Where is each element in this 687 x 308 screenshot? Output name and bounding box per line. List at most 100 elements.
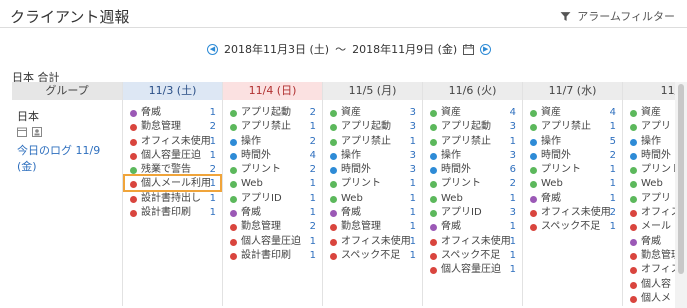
- alarm-item[interactable]: オフィス未使用 2: [523, 206, 622, 220]
- alarm-count[interactable]: 1: [410, 235, 416, 249]
- alarm-item[interactable]: オフィス未使用 1: [123, 135, 222, 149]
- alarm-count[interactable]: 1: [510, 235, 516, 249]
- alarm-item[interactable]: オフィス未使用 1: [423, 235, 522, 249]
- alarm-count[interactable]: 4: [510, 106, 516, 120]
- alarm-count[interactable]: 5: [610, 135, 616, 149]
- alarm-item[interactable]: 操作 3: [423, 149, 522, 163]
- alarm-item[interactable]: アプリ禁止 1: [223, 120, 322, 134]
- alarm-item[interactable]: 操作: [623, 135, 675, 149]
- alarm-count[interactable]: 1: [210, 106, 216, 120]
- alarm-count[interactable]: 2: [310, 106, 316, 120]
- alarm-count[interactable]: 1: [610, 177, 616, 191]
- alarm-count[interactable]: 1: [310, 206, 316, 220]
- day-header[interactable]: 11/4 (日): [223, 82, 322, 100]
- alarm-count[interactable]: 1: [310, 192, 316, 206]
- alarm-item[interactable]: アプリ禁止 1: [323, 135, 422, 149]
- alarm-item[interactable]: 個人メ: [623, 292, 675, 306]
- alarm-count[interactable]: 1: [310, 177, 316, 191]
- alarm-count[interactable]: 2: [310, 163, 316, 177]
- alarm-item[interactable]: プリント 2: [223, 163, 322, 177]
- calendar-icon[interactable]: [17, 127, 27, 137]
- alarm-count[interactable]: 3: [410, 120, 416, 134]
- alarm-item[interactable]: 時間外 3: [323, 163, 422, 177]
- alarm-item[interactable]: メール: [623, 220, 675, 234]
- scrollbar-thumb[interactable]: [678, 84, 684, 274]
- alarm-count[interactable]: 2: [610, 149, 616, 163]
- alarm-item[interactable]: 勤怠管理: [623, 249, 675, 263]
- alarm-count[interactable]: 1: [410, 206, 416, 220]
- alarm-item[interactable]: 個人容量圧迫 1: [423, 263, 522, 277]
- alarm-item[interactable]: Web 1: [323, 192, 422, 206]
- alarm-count[interactable]: 1: [310, 120, 316, 134]
- alarm-item[interactable]: 脅威 1: [323, 206, 422, 220]
- alarm-item[interactable]: アプリ起動 3: [323, 120, 422, 134]
- alarm-count[interactable]: 1: [610, 192, 616, 206]
- alarm-count[interactable]: 1: [610, 163, 616, 177]
- alarm-item[interactable]: 設計書印刷 1: [123, 206, 222, 220]
- alarm-item[interactable]: オフィス未使用 1: [323, 235, 422, 249]
- alarm-count[interactable]: 3: [410, 106, 416, 120]
- alarm-item[interactable]: オフィス: [623, 206, 675, 220]
- alarm-item[interactable]: 設計書持出し 1: [123, 192, 222, 206]
- alarm-item[interactable]: アプリ禁止 1: [523, 120, 622, 134]
- alarm-item[interactable]: 資産 4: [523, 106, 622, 120]
- alarm-item[interactable]: Web 1: [523, 177, 622, 191]
- alarm-item[interactable]: アプリ起動 2: [223, 106, 322, 120]
- alarm-item[interactable]: アプリID 3: [423, 206, 522, 220]
- alarm-item[interactable]: プリント 1: [323, 177, 422, 191]
- alarm-item[interactable]: 時間外 4: [223, 149, 322, 163]
- todays-log-link[interactable]: 今日のログ 11/9 (金): [17, 142, 122, 174]
- alarm-item[interactable]: プリント: [623, 163, 675, 177]
- alarm-count[interactable]: 1: [610, 120, 616, 134]
- alarm-count[interactable]: 3: [510, 206, 516, 220]
- alarm-item[interactable]: 脅威 1: [523, 192, 622, 206]
- alarm-count[interactable]: 2: [610, 206, 616, 220]
- alarm-count[interactable]: 2: [210, 120, 216, 134]
- alarm-count[interactable]: 1: [410, 249, 416, 263]
- alarm-count[interactable]: 1: [210, 192, 216, 206]
- alarm-count[interactable]: 1: [410, 192, 416, 206]
- alarm-count[interactable]: 3: [510, 120, 516, 134]
- alarm-count[interactable]: 3: [410, 149, 416, 163]
- alarm-item[interactable]: 設計書印刷 1: [223, 249, 322, 263]
- alarm-item[interactable]: 勤怠管理 2: [223, 220, 322, 234]
- calendar-icon[interactable]: [463, 43, 475, 55]
- alarm-item[interactable]: 時間外 6: [423, 163, 522, 177]
- alarm-item[interactable]: 個人容: [623, 278, 675, 292]
- alarm-count[interactable]: 1: [210, 135, 216, 149]
- alarm-item[interactable]: 時間外: [623, 149, 675, 163]
- alarm-count[interactable]: 4: [610, 106, 616, 120]
- alarm-count[interactable]: 1: [410, 177, 416, 191]
- alarm-count[interactable]: 1: [510, 135, 516, 149]
- alarm-filter-button[interactable]: アラームフィルター: [560, 8, 675, 24]
- alarm-count[interactable]: 1: [210, 149, 216, 163]
- day-header[interactable]: 11/8: [623, 82, 675, 100]
- alarm-item[interactable]: 勤怠管理 2: [123, 120, 222, 134]
- vertical-scrollbar[interactable]: [675, 82, 687, 308]
- alarm-count[interactable]: 2: [310, 220, 316, 234]
- alarm-count[interactable]: 1: [410, 135, 416, 149]
- alarm-item[interactable]: 脅威 1: [223, 206, 322, 220]
- alarm-count[interactable]: 1: [310, 249, 316, 263]
- alarm-item[interactable]: 操作 5: [523, 135, 622, 149]
- alarm-item[interactable]: スペック不足 1: [423, 249, 522, 263]
- alarm-item[interactable]: 資産 3: [323, 106, 422, 120]
- alarm-item[interactable]: アプリ: [623, 120, 675, 134]
- alarm-item[interactable]: アプリ: [623, 192, 675, 206]
- alarm-count[interactable]: 1: [510, 263, 516, 277]
- alarm-count[interactable]: 3: [510, 149, 516, 163]
- alarm-count[interactable]: 1: [510, 192, 516, 206]
- alarm-item[interactable]: アプリID 1: [223, 192, 322, 206]
- day-header[interactable]: 11/3 (土): [123, 82, 222, 100]
- alarm-item[interactable]: 脅威: [623, 235, 675, 249]
- alarm-count[interactable]: 4: [310, 149, 316, 163]
- alarm-count[interactable]: 6: [510, 163, 516, 177]
- day-header[interactable]: 11/5 (月): [323, 82, 422, 100]
- alarm-item[interactable]: アプリ起動 3: [423, 120, 522, 134]
- alarm-item[interactable]: 操作 2: [223, 135, 322, 149]
- alarm-count[interactable]: 1: [310, 235, 316, 249]
- alarm-item[interactable]: 脅威 1: [123, 106, 222, 120]
- alarm-item[interactable]: オフィス: [623, 263, 675, 277]
- prev-week-button[interactable]: ◀: [207, 43, 218, 55]
- alarm-count[interactable]: 1: [610, 220, 616, 234]
